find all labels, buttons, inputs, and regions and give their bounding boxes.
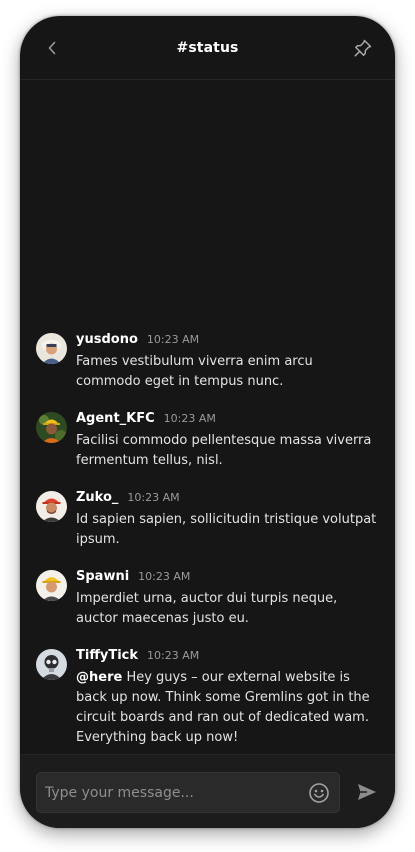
message-meta: TiffyTick 10:23 AM (76, 648, 381, 667)
message-text: Fames vestibulum viverra enim arcu commo… (76, 354, 313, 389)
smiley-icon (309, 783, 329, 803)
avatar[interactable] (36, 649, 67, 680)
pin-icon (354, 39, 372, 57)
message-time: 10:23 AM (146, 333, 200, 346)
back-button[interactable] (42, 38, 62, 58)
author-name[interactable]: Agent_KFC (76, 411, 155, 426)
message-meta: yusdono 10:23 AM (76, 332, 381, 351)
channel-title: #status (176, 39, 239, 56)
phone-frame: #status yusdono 10:23 AM Fames vestibulu… (20, 16, 395, 828)
author-name[interactable]: Spawni (76, 569, 129, 584)
message-text: Imperdiet urna, auctor dui turpis neque,… (76, 591, 338, 626)
message-list: yusdono 10:23 AM Fames vestibulum viverr… (20, 332, 395, 767)
message-text: @here Hey guys – our external website is… (76, 668, 381, 748)
avatar[interactable] (36, 491, 67, 522)
avatar[interactable] (36, 333, 67, 364)
user-avatar-icon (36, 333, 67, 364)
avatar[interactable] (36, 570, 67, 601)
user-avatar-icon (36, 649, 67, 680)
user-avatar-icon (36, 491, 67, 522)
message-time: 10:23 AM (138, 570, 191, 583)
message-time: 10:23 AM (163, 412, 216, 425)
message-item: Zuko_ 10:23 AM Id sapien sapien, sollici… (20, 490, 395, 550)
pin-button[interactable] (351, 36, 375, 60)
composer-bar (20, 754, 395, 828)
message-input-container (36, 772, 340, 813)
message-time: 10:23 AM (147, 649, 200, 662)
message-item: yusdono 10:23 AM Fames vestibulum viverr… (20, 332, 395, 392)
message-text: Facilisi commodo pellentesque massa vive… (76, 433, 372, 468)
chevron-left-icon (48, 41, 56, 55)
avatar[interactable] (36, 412, 67, 443)
emoji-button[interactable] (308, 782, 330, 804)
message-time: 10:23 AM (127, 491, 180, 504)
author-name[interactable]: yusdono (76, 332, 138, 347)
message-item: TiffyTick 10:23 AM @here Hey guys – our … (20, 648, 395, 748)
message-input[interactable] (37, 773, 305, 812)
send-button[interactable] (356, 781, 378, 803)
send-icon (358, 784, 376, 800)
message-item: Agent_KFC 10:23 AM Facilisi commodo pell… (20, 411, 395, 471)
channel-header: #status (20, 16, 395, 80)
user-avatar-icon (36, 570, 67, 601)
mention-tag[interactable]: @here (76, 670, 122, 685)
author-name[interactable]: TiffyTick (76, 648, 138, 663)
message-meta: Agent_KFC 10:23 AM (76, 411, 381, 430)
message-text: Id sapien sapien, sollicitudin tristique… (76, 512, 377, 547)
message-meta: Spawni 10:23 AM (76, 569, 381, 588)
user-avatar-icon (36, 412, 67, 443)
author-name[interactable]: Zuko_ (76, 490, 118, 505)
message-meta: Zuko_ 10:23 AM (76, 490, 381, 509)
message-item: Spawni 10:23 AM Imperdiet urna, auctor d… (20, 569, 395, 629)
